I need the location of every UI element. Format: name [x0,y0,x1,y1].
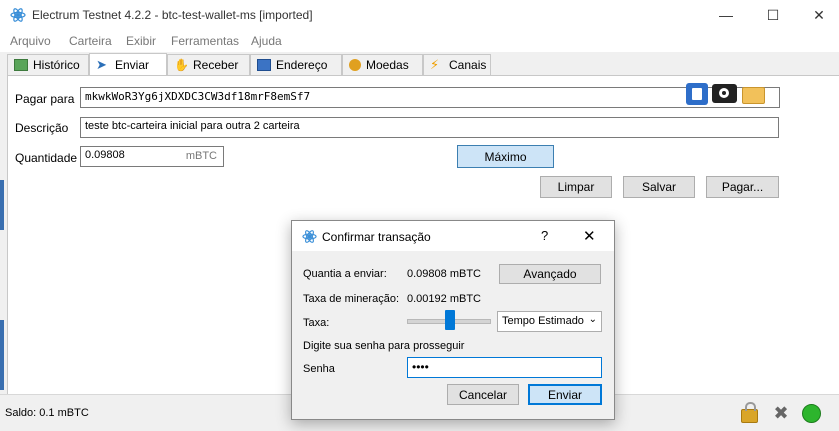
paste-icon[interactable] [686,83,708,105]
menu-carteira[interactable]: Carteira [69,34,112,48]
minimize-button[interactable]: — [703,0,749,30]
pay-button[interactable]: Pagar... [706,176,779,198]
send-arrow-icon: ➤ [96,57,107,72]
cancel-button[interactable]: Cancelar [447,384,519,405]
background-window-edge [0,320,4,390]
lightning-icon: ⚡ [430,57,440,72]
electrum-logo-icon [10,8,26,22]
tab-label: Moedas [366,58,409,72]
tab-label: Enviar [115,58,150,72]
tab-label: Receber [193,58,239,72]
max-button[interactable]: Máximo [457,145,554,168]
dialog-titlebar: Confirmar transação ? ✕ [292,221,614,251]
window-titlebar: Electrum Testnet 4.2.2 - btc-test-wallet… [0,0,839,30]
pay-to-field[interactable]: mkwkWoR3Yg6jXDXDC3CW3df18mrF8emSf7 [80,87,780,108]
dialog-title: Confirmar transação [322,230,431,244]
tab-label: Canais [449,58,487,72]
chevron-down-icon: ⌄ [588,314,597,325]
address-book-icon [257,59,271,71]
password-prompt: Digite sua senha para prosseguir [303,340,465,352]
tab-canais[interactable]: ⚡ Canais [423,54,491,75]
help-button[interactable]: ? [541,228,548,243]
confirm-transaction-dialog: Confirmar transação ? ✕ Quantia a enviar… [291,220,615,420]
receive-hand-icon: ✋ [174,58,189,72]
amount-label: Quantidade [15,151,78,165]
pay-to-label: Pagar para [15,92,75,106]
menu-ferramentas[interactable]: Ferramentas [171,34,239,48]
fee-slider-handle[interactable] [445,310,455,330]
clear-button[interactable]: Limpar [540,176,612,198]
fee-rate-label: Taxa: [303,317,330,329]
electrum-logo-icon [302,230,317,243]
pay-to-value: mkwkWoR3Yg6jXDXDC3CW3df18mrF8emSf7 [85,90,311,103]
tab-enviar[interactable]: ➤ Enviar [89,53,167,76]
tab-label: Histórico [33,58,80,72]
maximize-button[interactable]: ☐ [750,0,796,30]
menu-arquivo[interactable]: Arquivo [10,34,51,48]
background-window-edge [0,180,4,230]
tab-moedas[interactable]: Moedas [342,54,423,75]
mining-fee-value: 0.00192 mBTC [407,293,481,305]
network-status-icon[interactable] [802,404,821,423]
folder-icon[interactable] [742,87,765,104]
amount-to-send-label: Quantia a enviar: [303,268,387,280]
tab-receber[interactable]: ✋ Receber [167,54,250,75]
description-label: Descrição [15,121,69,135]
window-title: Electrum Testnet 4.2.2 - btc-test-wallet… [32,8,313,22]
password-value: •••• [412,360,429,374]
mining-fee-label: Taxa de mineração: [303,293,399,305]
description-field[interactable]: teste btc-carteira inicial para outra 2 … [80,117,779,138]
camera-icon[interactable] [712,84,737,103]
tools-icon[interactable]: ✖ [771,403,791,423]
tab-historico[interactable]: Histórico [7,54,89,75]
history-icon [14,59,28,71]
send-button[interactable]: Enviar [528,384,602,405]
description-value: teste btc-carteira inicial para outra 2 … [85,120,300,132]
amount-unit: mBTC [185,150,217,162]
fee-mode-value: Tempo Estimado [502,315,584,327]
password-label: Senha [303,363,335,375]
amount-to-send-value: 0.09808 mBTC [407,268,481,280]
close-dialog-button[interactable]: ✕ [583,227,596,245]
tab-label: Endereço [276,58,328,72]
balance-text: Saldo: 0.1 mBTC [5,407,89,419]
fee-mode-select[interactable]: Tempo Estimado ⌄ [497,311,602,332]
save-button[interactable]: Salvar [623,176,695,198]
tab-endereco[interactable]: Endereço [250,54,342,75]
lock-icon[interactable] [741,402,758,423]
menu-bar: Arquivo Carteira Exibir Ferramentas Ajud… [0,30,839,52]
password-field[interactable]: •••• [407,357,602,378]
coins-icon [349,59,361,71]
advanced-button[interactable]: Avançado [499,264,601,284]
amount-value: 0.09808 [85,149,125,161]
close-window-button[interactable]: ✕ [796,0,839,30]
menu-ajuda[interactable]: Ajuda [251,34,282,48]
menu-exibir[interactable]: Exibir [126,34,156,48]
amount-field[interactable]: 0.09808 mBTC [80,146,224,167]
